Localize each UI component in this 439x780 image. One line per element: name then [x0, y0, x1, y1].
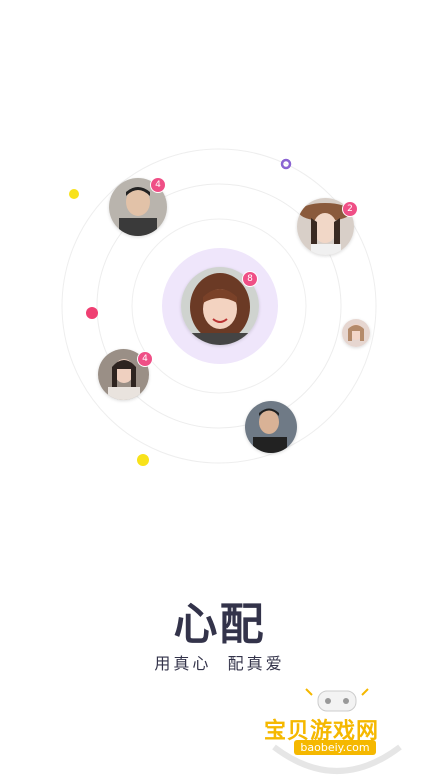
app-title: 心配: [173, 599, 266, 650]
profile-avatar-right-small[interactable]: [342, 319, 370, 347]
watermark: 宝贝游戏网 baobeiy.com: [262, 685, 412, 777]
center-badge: 8: [242, 271, 258, 287]
profile-badge-left: 4: [137, 351, 153, 367]
yellow-dot-bottom: [137, 454, 149, 466]
app-slogan: 用真心 配真爱: [154, 654, 285, 673]
watermark-url: baobeiy.com: [294, 740, 376, 755]
pink-dot: [86, 307, 98, 319]
yellow-dot-top: [69, 189, 79, 199]
orbit-stage: 8 4 2 4: [0, 0, 439, 560]
profile-badge-top-right: 2: [342, 201, 358, 217]
man-portrait-icon: [245, 401, 297, 453]
profile-badge-top-left: 4: [150, 177, 166, 193]
woman-portrait-small-icon: [342, 319, 370, 347]
profile-avatar-bottom[interactable]: [245, 401, 297, 453]
